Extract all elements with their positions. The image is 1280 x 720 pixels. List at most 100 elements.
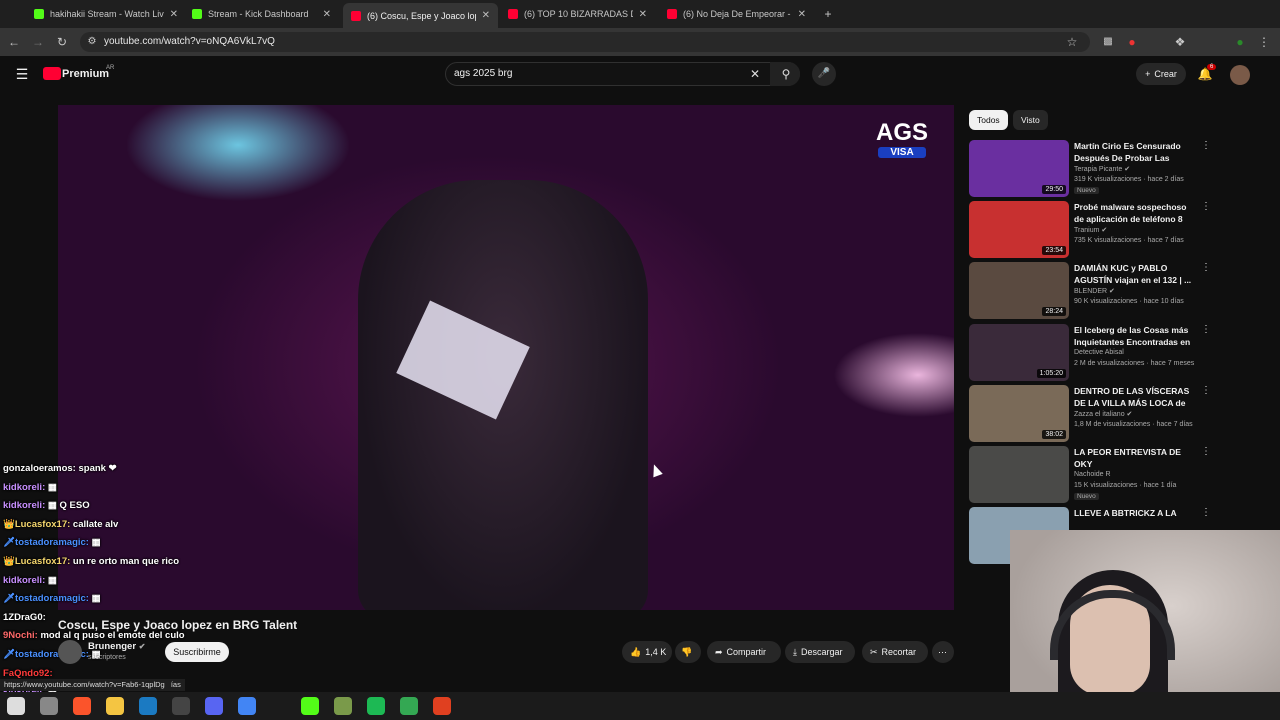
tab-favicon-icon xyxy=(667,9,677,19)
browser-tab[interactable]: (6) No Deja De Empeorar - You ✕ xyxy=(659,3,814,25)
discord-icon[interactable] xyxy=(205,697,223,715)
record-extension-icon[interactable]: ● xyxy=(1124,34,1140,50)
recommendation-title[interactable]: Probé malware sospechoso de aplicación d… xyxy=(1074,201,1194,225)
browser-tab[interactable]: Stream - Kick Dashboard ✕ xyxy=(184,3,339,25)
chat-message: kidkoreli: ▦ xyxy=(3,575,57,586)
dislike-button[interactable]: 👎 xyxy=(675,641,701,663)
back-icon[interactable]: ← xyxy=(6,34,22,50)
channel-name[interactable]: Brunenger ✔ xyxy=(88,641,145,652)
search-taskbar-icon[interactable] xyxy=(40,697,58,715)
tab-close-icon[interactable]: ✕ xyxy=(323,9,331,20)
bookmark-star-icon[interactable]: ☆ xyxy=(1064,34,1080,50)
recommendation-channel[interactable]: Zazza el italiano ✔ xyxy=(1074,410,1132,418)
more-options-icon[interactable]: ⋮ xyxy=(1201,201,1211,212)
recommendation-title[interactable]: DAMIÁN KUC y PABLO AGUSTÍN viajan en el … xyxy=(1074,262,1194,286)
site-info-icon[interactable]: ⚙ xyxy=(84,34,100,50)
app-icon[interactable] xyxy=(433,697,451,715)
recommendation-item[interactable]: 28:24 DAMIÁN KUC y PABLO AGUSTÍN viajan e… xyxy=(969,262,1211,320)
voice-search-button[interactable]: 🎤 xyxy=(812,62,836,86)
tab-title: hakihakii Stream - Watch Live o xyxy=(50,9,164,19)
create-button[interactable]: + Crear xyxy=(1136,63,1186,85)
video-thumbnail[interactable]: 38:02 xyxy=(969,384,1069,442)
file-explorer-icon[interactable] xyxy=(106,697,124,715)
recommendation-channel[interactable]: Nachoide R xyxy=(1074,471,1111,478)
more-actions-button[interactable]: ⋯ xyxy=(932,641,954,663)
recommendation-channel[interactable]: Tranium ✔ xyxy=(1074,226,1107,234)
video-thumbnail[interactable]: 1:05:20 xyxy=(969,323,1069,381)
download-button[interactable]: ⤓ Descargar xyxy=(785,641,855,663)
recommendation-meta: 1,8 M de visualizaciones · hace 7 días xyxy=(1074,420,1193,428)
chip-todos[interactable]: Todos xyxy=(969,110,1008,130)
reload-icon[interactable]: ↻ xyxy=(54,34,70,50)
recommendation-meta: 90 K visualizaciones · hace 10 días xyxy=(1074,298,1184,306)
hamburger-menu-icon[interactable]: ☰ xyxy=(14,66,30,82)
profile-icon[interactable]: ● xyxy=(1232,34,1248,50)
obs-icon[interactable] xyxy=(172,697,190,715)
recommendation-item[interactable]: 38:02 DENTRO DE LAS VÍSCERAS DE LA VILLA … xyxy=(969,384,1211,443)
recommendation-channel[interactable]: BLENDER ✔ xyxy=(1074,287,1115,295)
start-icon[interactable] xyxy=(7,697,25,715)
share-button[interactable]: ➦ Compartir xyxy=(707,641,781,663)
chrome-icon[interactable] xyxy=(238,697,256,715)
recommendation-item[interactable]: 1:05:20 El Iceberg de las Cosas más Inqui… xyxy=(969,323,1211,382)
steam-icon[interactable] xyxy=(139,697,157,715)
extension-icon[interactable]: ▩ xyxy=(1100,34,1116,50)
youtube-logo-icon[interactable] xyxy=(43,67,61,80)
chat-text: ▦ xyxy=(47,481,57,493)
address-bar[interactable]: youtube.com/watch?v=oNQA6VkL7vQ xyxy=(80,32,1090,52)
chat-message: 🗡tostadoramagic: ▦ xyxy=(3,649,101,660)
more-options-icon[interactable]: ⋮ xyxy=(1201,385,1211,396)
recommendation-title[interactable]: DENTRO DE LAS VÍSCERAS DE LA VILLA MÁS L… xyxy=(1074,385,1194,409)
recommendation-item[interactable]: LA PEOR ENTREVISTA DE OKY Nachoide R 15 K … xyxy=(969,446,1211,504)
video-thumbnail[interactable]: 23:54 xyxy=(969,201,1069,259)
recommendation-title[interactable]: LA PEOR ENTREVISTA DE OKY xyxy=(1074,446,1194,470)
account-avatar[interactable] xyxy=(1230,65,1250,85)
channel-avatar[interactable] xyxy=(58,640,82,664)
browser-menu-icon[interactable]: ⋮ xyxy=(1256,34,1272,50)
browser-tab[interactable]: (6) Coscu, Espe y Joaco lop ✕ xyxy=(343,3,498,28)
chrome-profile-icon[interactable] xyxy=(400,697,418,715)
youtube-logo-text[interactable]: Premium xyxy=(62,68,109,80)
video-thumbnail[interactable]: 29:50 xyxy=(969,140,1069,197)
forward-icon[interactable]: → xyxy=(30,34,46,50)
browser-tab[interactable]: (6) TOP 10 BIZARRADAS DE SA ✕ xyxy=(500,3,655,25)
more-options-icon[interactable]: ⋮ xyxy=(1201,140,1211,151)
clear-search-icon[interactable]: ✕ xyxy=(747,66,763,82)
recommendation-title[interactable]: El Iceberg de las Cosas más Inquietantes… xyxy=(1074,324,1194,348)
more-options-icon[interactable]: ⋮ xyxy=(1201,507,1211,518)
minecraft-icon[interactable] xyxy=(334,697,352,715)
search-value: ags 2025 brg xyxy=(454,68,513,79)
more-options-icon[interactable]: ⋮ xyxy=(1201,324,1211,335)
recommendation-channel[interactable]: Detective Abisal xyxy=(1074,349,1124,356)
kick-icon[interactable] xyxy=(301,697,319,715)
share-icon: ➦ xyxy=(715,647,723,657)
brave-browser-icon[interactable] xyxy=(73,697,91,715)
recommendation-title[interactable]: Martín Cirio Es Censurado Después De Pro… xyxy=(1074,140,1194,164)
tab-close-icon[interactable]: ✕ xyxy=(639,9,647,20)
recommendation-meta: 15 K visualizaciones · hace 1 día xyxy=(1074,482,1177,489)
recommendation-title[interactable]: LLEVE A BBTRICKZ A LA xyxy=(1074,507,1194,519)
tab-close-icon[interactable]: ✕ xyxy=(482,10,490,21)
recommendation-item[interactable]: 29:50 Martín Cirio Es Censurado Después D… xyxy=(969,140,1211,198)
tab-title: (6) TOP 10 BIZARRADAS DE SA xyxy=(524,9,633,19)
more-options-icon[interactable]: ⋮ xyxy=(1201,262,1211,273)
subscribe-button[interactable]: Suscribirme xyxy=(165,642,229,662)
chat-text: ▦ xyxy=(91,537,101,549)
chip-visto[interactable]: Visto xyxy=(1013,110,1048,130)
spotify-icon[interactable] xyxy=(367,697,385,715)
video-thumbnail[interactable] xyxy=(969,446,1069,503)
youtube-region-label: AR xyxy=(106,65,115,71)
recommendation-item[interactable]: 23:54 Probé malware sospechoso de aplicac… xyxy=(969,201,1211,259)
new-tab-icon[interactable]: + xyxy=(820,6,836,22)
clip-button[interactable]: ✂ Recortar xyxy=(862,641,928,663)
recommendation-channel[interactable]: Terapia Picante ✔ xyxy=(1074,165,1130,173)
video-thumbnail[interactable]: 28:24 xyxy=(969,262,1069,320)
tab-close-icon[interactable]: ✕ xyxy=(170,9,178,20)
more-options-icon[interactable]: ⋮ xyxy=(1201,446,1211,457)
tab-close-icon[interactable]: ✕ xyxy=(798,9,806,20)
chat-username: 9Nochi: xyxy=(3,630,38,642)
like-button[interactable]: 👍 1,4 K xyxy=(622,641,672,663)
browser-tab[interactable]: hakihakii Stream - Watch Live o ✕ xyxy=(26,3,186,25)
search-button[interactable]: ⚲ xyxy=(770,62,800,86)
puzzle-icon[interactable]: ❖ xyxy=(1172,34,1188,50)
